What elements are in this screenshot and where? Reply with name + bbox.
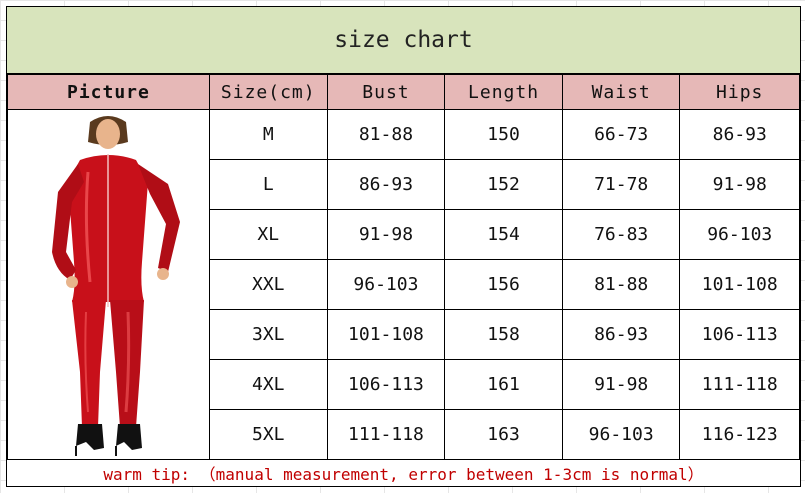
header-size: Size(cm) [208,74,328,110]
header-row: Picture Size(cm) Bust Length Waist Hips [7,74,800,110]
cell-size: XL [208,209,328,260]
cell-waist: 76-83 [561,209,681,260]
cell-length: 152 [444,159,563,210]
cell-length: 161 [444,359,563,410]
header-picture: Picture [7,74,210,110]
cell-hips: 86-93 [679,109,800,160]
product-picture-cell [7,109,210,460]
cell-bust: 81-88 [326,109,446,160]
cell-hips: 96-103 [679,209,800,260]
cell-size: L [208,159,328,210]
size-table: Picture Size(cm) Bust Length Waist Hips [7,74,800,460]
cell-size: 5XL [208,409,328,460]
chart-title: size chart [7,7,800,74]
cell-size: XXL [208,259,328,310]
table-row: M 81-88 150 66-73 86-93 [7,109,800,460]
header-bust: Bust [326,74,446,110]
cell-length: 158 [444,309,563,360]
header-hips: Hips [679,74,800,110]
cell-length: 163 [444,409,563,460]
cell-length: 150 [444,109,563,160]
cell-size: 3XL [208,309,328,360]
cell-waist: 91-98 [561,359,681,410]
cell-bust: 91-98 [326,209,446,260]
cell-bust: 96-103 [326,259,446,310]
cell-waist: 96-103 [561,409,681,460]
cell-bust: 111-118 [326,409,446,460]
cell-waist: 81-88 [561,259,681,310]
cell-hips: 91-98 [679,159,800,210]
cell-waist: 66-73 [561,109,681,160]
header-waist: Waist [561,74,681,110]
header-length: Length [444,74,563,110]
cell-bust: 106-113 [326,359,446,410]
cell-bust: 86-93 [326,159,446,210]
cell-waist: 71-78 [561,159,681,210]
cell-size: M [208,109,328,160]
red-jumpsuit-figure [52,116,181,456]
cell-hips: 116-123 [679,409,800,460]
cell-hips: 106-113 [679,309,800,360]
size-chart: size chart Picture Size(cm) Bust Length … [6,6,801,487]
cell-hips: 111-118 [679,359,800,410]
cell-length: 156 [444,259,563,310]
cell-bust: 101-108 [326,309,446,360]
cell-size: 4XL [208,359,328,410]
cell-length: 154 [444,209,563,260]
cell-waist: 86-93 [561,309,681,360]
warm-tip: warm tip: （manual measurement, error bet… [7,459,800,486]
cell-hips: 101-108 [679,259,800,310]
